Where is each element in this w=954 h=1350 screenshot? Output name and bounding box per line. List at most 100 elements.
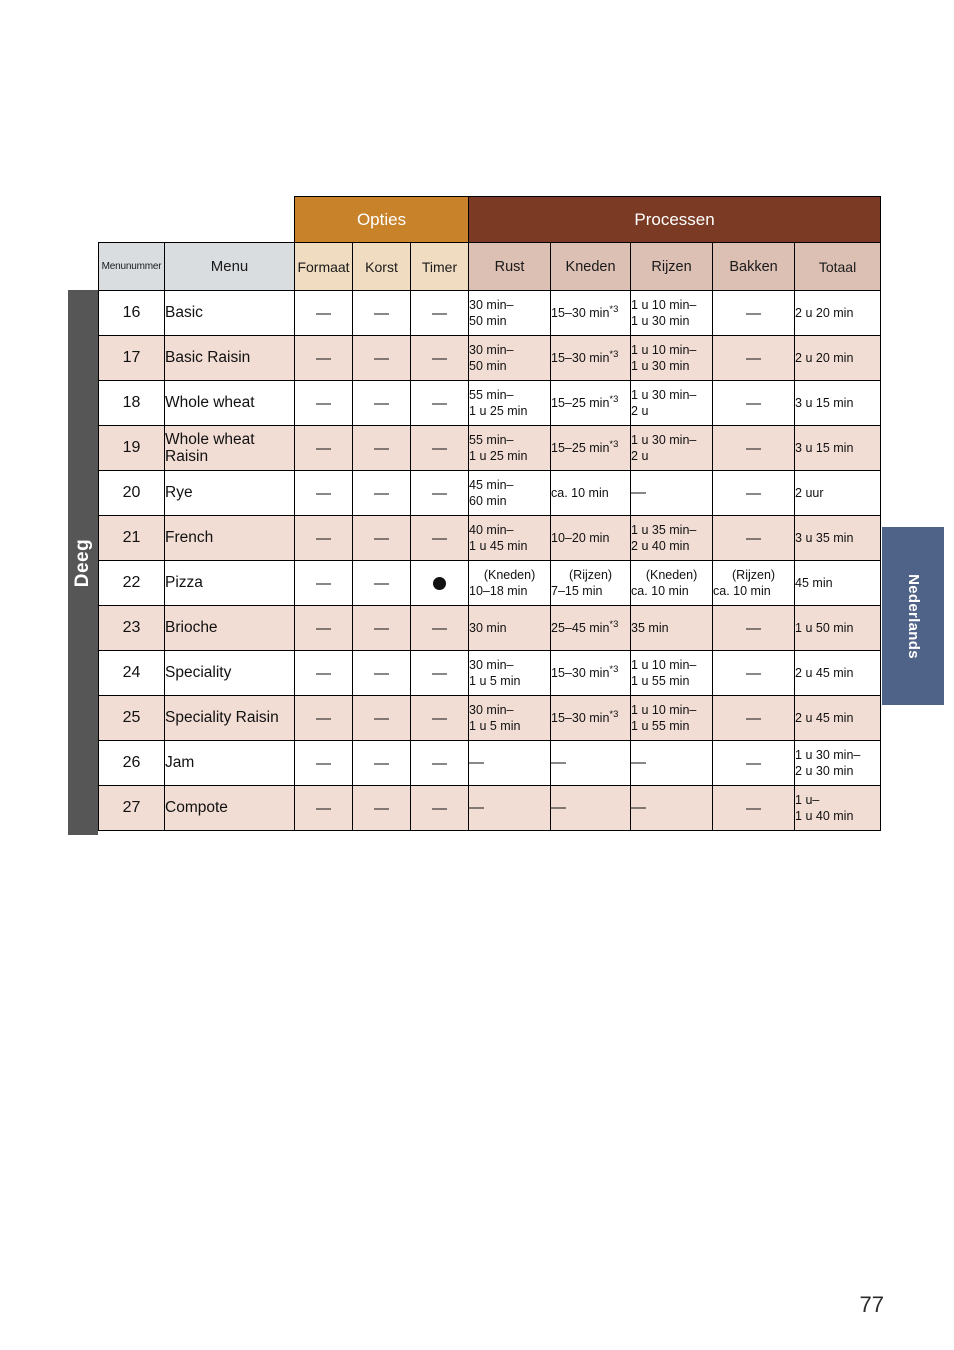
cell-korst: — xyxy=(352,650,411,696)
cell-rijzen: — xyxy=(630,740,714,786)
cell-bakken: — xyxy=(712,470,796,516)
cell-menunummer: 16 xyxy=(98,290,165,336)
cell-formaat: — xyxy=(294,380,353,426)
cell-rust: 30 min– 1 u 5 min xyxy=(468,695,552,741)
cell-kneden: 15–30 min*3 xyxy=(550,650,632,696)
manual-page: Deeg Nederlands Opties Processen Menunum… xyxy=(0,0,954,1350)
table-body: 16 Basic — — —30 min– 50 min 15–30 min*3 1 u 10… xyxy=(98,290,882,831)
cell-rijzen: 35 min xyxy=(630,605,714,651)
cell-kneden: 15–30 min*3 xyxy=(550,335,632,381)
cell-kneden: 15–30 min*3 xyxy=(550,695,632,741)
cell-menu-name: Pizza xyxy=(164,560,295,606)
cell-formaat: — xyxy=(294,740,353,786)
filled-circle-icon xyxy=(433,577,447,591)
cell-korst: — xyxy=(352,740,411,786)
cell-bakken: — xyxy=(712,290,796,336)
cell-totaal: 3 u 15 min xyxy=(794,425,882,471)
cell-totaal: 2 u 45 min xyxy=(794,650,882,696)
column-header-rust: Rust xyxy=(468,242,552,291)
cell-korst: — xyxy=(352,425,411,471)
cell-menunummer: 22 xyxy=(98,560,165,606)
cell-formaat: — xyxy=(294,605,353,651)
cell-menu-name: Rye xyxy=(164,470,295,516)
column-header-kneden: Kneden xyxy=(550,242,632,291)
cell-korst: — xyxy=(352,470,411,516)
column-header-bakken: Bakken xyxy=(712,242,796,291)
cell-menunummer: 17 xyxy=(98,335,165,381)
cell-totaal: 2 u 20 min xyxy=(794,290,882,336)
cell-totaal: 45 min xyxy=(794,560,882,606)
cell-rust: 55 min– 1 u 25 min xyxy=(468,425,552,471)
cell-kneden: ca. 10 min xyxy=(550,470,632,516)
chapter-tab-label: Deeg xyxy=(72,538,93,587)
menu-program-table: Opties Processen Menunummer Menu Formaat… xyxy=(98,196,882,831)
group-header-blank xyxy=(99,197,295,243)
cell-kneden: 15–25 min*3 xyxy=(550,425,632,471)
table-row: 22 Pizza — — (Kneden) 10–18 min (Rijzen) 7–15 m… xyxy=(98,560,882,606)
cell-rust: — xyxy=(468,740,552,786)
cell-korst: — xyxy=(352,560,411,606)
cell-menu-name: French xyxy=(164,515,295,561)
cell-rust: 40 min– 1 u 45 min xyxy=(468,515,552,561)
column-header-menunummer: Menunummer xyxy=(98,242,165,291)
cell-bakken: — xyxy=(712,785,796,831)
cell-kneden: (Rijzen) 7–15 min xyxy=(550,560,632,606)
cell-formaat: — xyxy=(294,560,353,606)
cell-rijzen: (Kneden) ca. 10 min xyxy=(630,560,714,606)
cell-bakken: — xyxy=(712,380,796,426)
cell-bakken: — xyxy=(712,335,796,381)
cell-korst: — xyxy=(352,695,411,741)
cell-formaat: — xyxy=(294,650,353,696)
cell-rust: 30 min xyxy=(468,605,552,651)
cell-rijzen: — xyxy=(630,470,714,516)
cell-kneden: 15–25 min*3 xyxy=(550,380,632,426)
group-header-opties: Opties xyxy=(293,196,470,243)
column-header-rijzen: Rijzen xyxy=(630,242,714,291)
table-row: 16 Basic — — —30 min– 50 min 15–30 min*3 1 u 10… xyxy=(98,290,882,336)
cell-menu-name: Speciality Raisin xyxy=(164,695,295,741)
cell-rijzen: — xyxy=(630,785,714,831)
cell-menunummer: 18 xyxy=(98,380,165,426)
cell-rust: 55 min– 1 u 25 min xyxy=(468,380,552,426)
cell-totaal: 2 u 20 min xyxy=(794,335,882,381)
cell-rust: (Kneden) 10–18 min xyxy=(468,560,552,606)
cell-menunummer: 25 xyxy=(98,695,165,741)
cell-menu-name: Basic xyxy=(164,290,295,336)
language-tab-nederlands: Nederlands xyxy=(882,527,944,705)
cell-timer: — xyxy=(409,380,470,426)
cell-bakken: — xyxy=(712,515,796,561)
chapter-tab-deeg: Deeg xyxy=(68,290,98,835)
cell-totaal: 1 u– 1 u 40 min xyxy=(794,785,882,831)
cell-korst: — xyxy=(352,605,411,651)
cell-rijzen: 1 u 10 min– 1 u 30 min xyxy=(630,335,714,381)
table-row: 27 Compote — — — — — — —1 u– 1 u 40 min xyxy=(98,785,882,831)
table-row: 19 Whole wheat Raisin — — —55 min– 1 u 25 min… xyxy=(98,425,882,471)
column-header-formaat: Formaat xyxy=(294,242,353,291)
cell-bakken: (Rijzen) ca. 10 min xyxy=(712,560,796,606)
cell-formaat: — xyxy=(294,695,353,741)
cell-korst: — xyxy=(352,380,411,426)
cell-menu-name: Compote xyxy=(164,785,295,831)
cell-formaat: — xyxy=(294,785,353,831)
cell-timer: — xyxy=(409,470,470,516)
cell-kneden: 15–30 min*3 xyxy=(550,290,632,336)
cell-bakken: — xyxy=(712,695,796,741)
cell-rust: — xyxy=(468,785,552,831)
cell-totaal: 1 u 30 min– 2 u 30 min xyxy=(794,740,882,786)
group-header-processen: Processen xyxy=(468,196,882,243)
cell-rust: 30 min– 50 min xyxy=(468,335,552,381)
column-header-timer: Timer xyxy=(409,242,470,291)
cell-menunummer: 19 xyxy=(98,425,165,471)
cell-timer: — xyxy=(409,650,470,696)
cell-menunummer: 27 xyxy=(98,785,165,831)
cell-menunummer: 21 xyxy=(98,515,165,561)
cell-menu-name: Brioche xyxy=(164,605,295,651)
cell-menu-name: Jam xyxy=(164,740,295,786)
cell-totaal: 3 u 35 min xyxy=(794,515,882,561)
column-header-totaal: Totaal xyxy=(794,242,882,291)
cell-rijzen: 1 u 35 min– 2 u 40 min xyxy=(630,515,714,561)
table-row: 23 Brioche — — —30 min 25–45 min*3 35 min —1 u … xyxy=(98,605,882,651)
table-row: 21 French — — —40 min– 1 u 45 min 10–20 min 1 u… xyxy=(98,515,882,561)
cell-rijzen: 1 u 10 min– 1 u 30 min xyxy=(630,290,714,336)
table-row: 20 Rye — — —45 min– 60 min ca. 10 min — —2 uur xyxy=(98,470,882,516)
